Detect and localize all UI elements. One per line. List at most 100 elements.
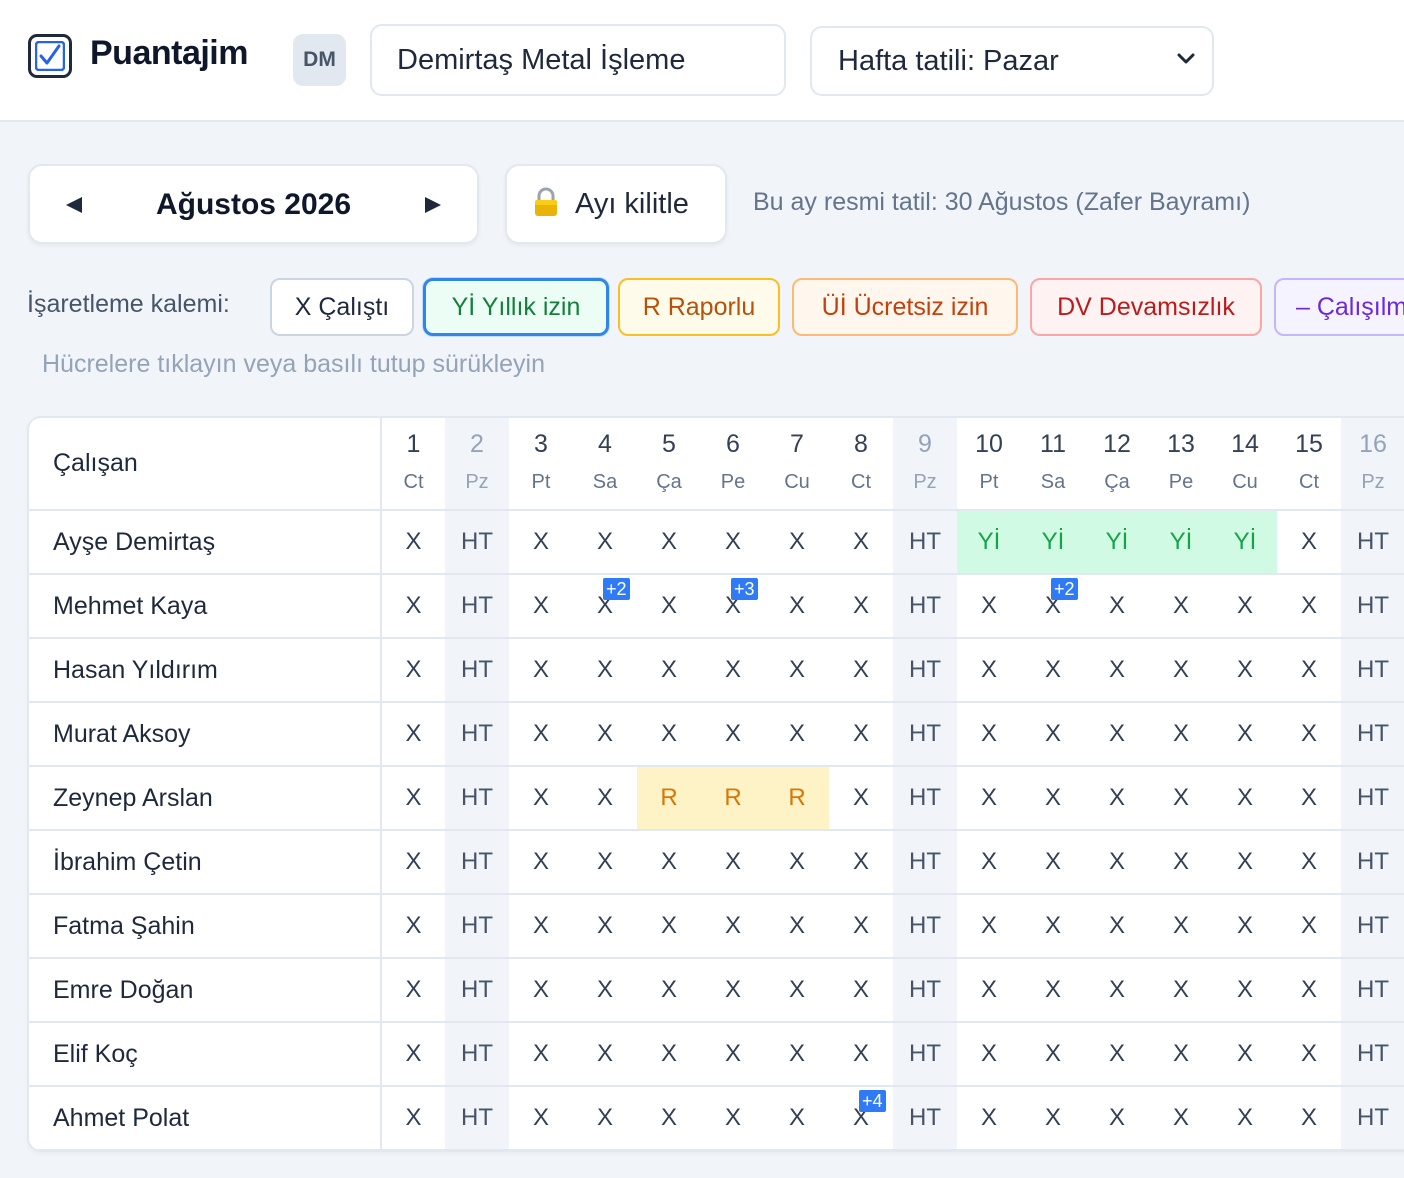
- attendance-cell[interactable]: HT: [445, 766, 509, 831]
- attendance-cell[interactable]: HT: [1341, 638, 1404, 703]
- attendance-cell[interactable]: X: [1277, 766, 1341, 831]
- attendance-cell[interactable]: X: [829, 510, 893, 575]
- attendance-cell[interactable]: X: [957, 1086, 1021, 1150]
- marker-chip-annual-leave[interactable]: Yİ Yıllık izin: [423, 278, 609, 336]
- attendance-cell[interactable]: X: [1213, 638, 1277, 703]
- attendance-cell[interactable]: X: [701, 894, 765, 959]
- attendance-cell[interactable]: HT: [445, 1022, 509, 1087]
- attendance-cell[interactable]: HT: [445, 958, 509, 1023]
- attendance-cell[interactable]: X +3: [701, 574, 765, 639]
- attendance-cell[interactable]: X: [1149, 702, 1213, 767]
- attendance-cell[interactable]: X: [765, 1022, 829, 1087]
- attendance-cell[interactable]: HT: [1341, 574, 1404, 639]
- attendance-cell[interactable]: HT: [445, 702, 509, 767]
- attendance-cell[interactable]: X: [1021, 766, 1085, 831]
- attendance-cell[interactable]: X: [509, 638, 573, 703]
- attendance-cell[interactable]: HT: [1341, 1022, 1404, 1087]
- attendance-cell[interactable]: X: [701, 1086, 765, 1150]
- attendance-cell[interactable]: X: [1021, 1022, 1085, 1087]
- attendance-cell[interactable]: X: [1085, 574, 1149, 639]
- attendance-cell[interactable]: X: [1085, 1022, 1149, 1087]
- attendance-cell[interactable]: X: [1085, 894, 1149, 959]
- attendance-cell[interactable]: X: [1085, 766, 1149, 831]
- attendance-cell[interactable]: X: [1021, 958, 1085, 1023]
- attendance-cell[interactable]: R: [701, 766, 765, 831]
- attendance-cell[interactable]: HT: [445, 894, 509, 959]
- attendance-cell[interactable]: X: [637, 1022, 701, 1087]
- attendance-cell[interactable]: HT: [893, 1086, 957, 1150]
- attendance-cell[interactable]: HT: [445, 1086, 509, 1150]
- attendance-cell[interactable]: HT: [893, 958, 957, 1023]
- attendance-cell[interactable]: R: [765, 766, 829, 831]
- attendance-cell[interactable]: X: [829, 958, 893, 1023]
- marker-chip-report[interactable]: R Raporlu: [618, 278, 780, 336]
- attendance-cell[interactable]: X: [1213, 1086, 1277, 1150]
- attendance-cell[interactable]: X: [1213, 830, 1277, 895]
- attendance-cell[interactable]: X: [381, 894, 445, 959]
- attendance-cell[interactable]: X: [1149, 1086, 1213, 1150]
- attendance-cell[interactable]: X: [1149, 958, 1213, 1023]
- attendance-cell[interactable]: HT: [1341, 830, 1404, 895]
- attendance-cell[interactable]: X: [573, 1022, 637, 1087]
- attendance-cell[interactable]: X: [1277, 638, 1341, 703]
- attendance-cell[interactable]: X: [573, 1086, 637, 1150]
- attendance-cell[interactable]: X: [573, 894, 637, 959]
- attendance-cell[interactable]: X: [1085, 702, 1149, 767]
- attendance-cell[interactable]: X: [829, 702, 893, 767]
- attendance-cell[interactable]: X: [381, 1086, 445, 1150]
- attendance-cell[interactable]: HT: [1341, 510, 1404, 575]
- attendance-cell[interactable]: X: [957, 958, 1021, 1023]
- attendance-cell[interactable]: HT: [893, 894, 957, 959]
- attendance-cell[interactable]: X: [701, 958, 765, 1023]
- attendance-cell[interactable]: X: [1213, 1022, 1277, 1087]
- attendance-cell[interactable]: X: [381, 766, 445, 831]
- attendance-cell[interactable]: X: [1021, 894, 1085, 959]
- attendance-cell[interactable]: X: [765, 702, 829, 767]
- attendance-cell[interactable]: X: [381, 958, 445, 1023]
- attendance-cell[interactable]: HT: [893, 638, 957, 703]
- attendance-cell[interactable]: Yİ: [1149, 510, 1213, 575]
- weekly-holiday-select[interactable]: Hafta tatili: Pazar: [810, 26, 1214, 96]
- attendance-cell[interactable]: HT: [1341, 766, 1404, 831]
- attendance-cell[interactable]: HT: [1341, 894, 1404, 959]
- attendance-cell[interactable]: X: [1277, 1022, 1341, 1087]
- attendance-cell[interactable]: X: [637, 894, 701, 959]
- attendance-cell[interactable]: X: [829, 894, 893, 959]
- attendance-cell[interactable]: X: [1085, 638, 1149, 703]
- attendance-cell[interactable]: X: [509, 1086, 573, 1150]
- company-name-input[interactable]: [370, 24, 786, 96]
- attendance-cell[interactable]: X: [765, 958, 829, 1023]
- attendance-cell[interactable]: X: [1149, 1022, 1213, 1087]
- attendance-cell[interactable]: HT: [445, 638, 509, 703]
- attendance-cell[interactable]: X: [1277, 958, 1341, 1023]
- attendance-cell[interactable]: X: [381, 638, 445, 703]
- attendance-cell[interactable]: HT: [893, 510, 957, 575]
- attendance-cell[interactable]: X: [957, 894, 1021, 959]
- attendance-cell[interactable]: HT: [893, 1022, 957, 1087]
- attendance-cell[interactable]: X +2: [1021, 574, 1085, 639]
- attendance-cell[interactable]: X: [509, 766, 573, 831]
- attendance-cell[interactable]: X: [765, 1086, 829, 1150]
- attendance-cell[interactable]: X: [829, 830, 893, 895]
- attendance-cell[interactable]: X: [1277, 830, 1341, 895]
- attendance-cell[interactable]: X: [509, 894, 573, 959]
- attendance-cell[interactable]: X: [957, 638, 1021, 703]
- attendance-cell[interactable]: X: [1021, 1086, 1085, 1150]
- attendance-cell[interactable]: X: [701, 830, 765, 895]
- attendance-cell[interactable]: X: [1149, 894, 1213, 959]
- attendance-cell[interactable]: HT: [445, 830, 509, 895]
- attendance-cell[interactable]: X: [957, 766, 1021, 831]
- attendance-cell[interactable]: X: [573, 958, 637, 1023]
- attendance-cell[interactable]: HT: [893, 830, 957, 895]
- attendance-cell[interactable]: X: [1213, 894, 1277, 959]
- attendance-cell[interactable]: X: [829, 638, 893, 703]
- attendance-cell[interactable]: X: [509, 958, 573, 1023]
- attendance-cell[interactable]: X: [765, 638, 829, 703]
- attendance-cell[interactable]: X: [765, 830, 829, 895]
- marker-chip-worked[interactable]: X Çalıştı: [270, 278, 414, 336]
- attendance-cell[interactable]: X: [381, 510, 445, 575]
- attendance-cell[interactable]: X: [829, 574, 893, 639]
- attendance-cell[interactable]: X: [1149, 830, 1213, 895]
- attendance-cell[interactable]: HT: [1341, 958, 1404, 1023]
- attendance-cell[interactable]: HT: [893, 766, 957, 831]
